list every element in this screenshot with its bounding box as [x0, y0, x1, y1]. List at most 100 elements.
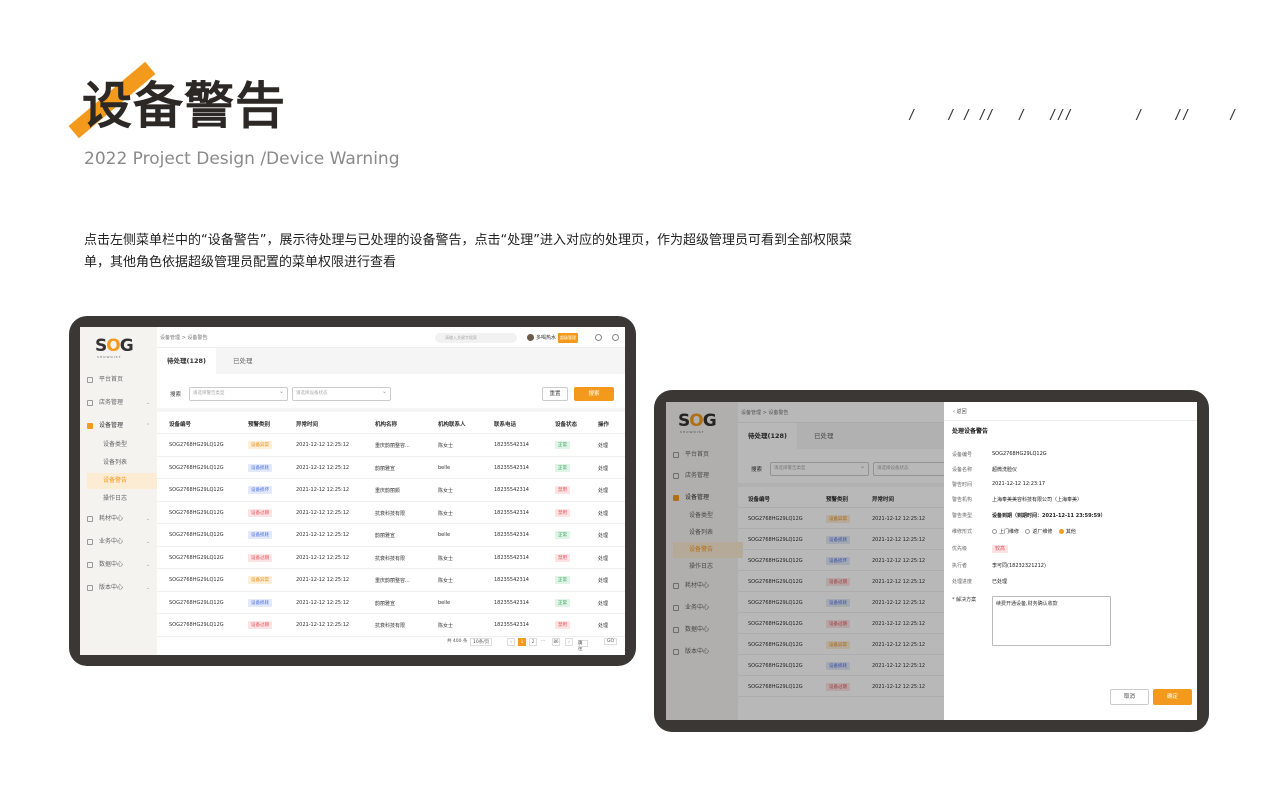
status-badge: 正常: [555, 463, 570, 472]
go-button[interactable]: GO: [604, 638, 618, 645]
device-id: SOG2768HG29LQ12G: [169, 577, 224, 583]
handle-button[interactable]: 处理: [598, 465, 608, 472]
progress-select[interactable]: 已处理: [992, 578, 1007, 585]
contact-phone: 18235542314: [494, 577, 529, 583]
table-row: SOG2768HG29LQ12G 设备异常 2021-12-12 12:25:12 重…: [157, 434, 625, 457]
user-menu[interactable]: 多喝热水 超级管理: [527, 333, 579, 343]
page-button[interactable]: 1: [518, 638, 526, 646]
exception-time: 2021-12-12 12:25:12: [296, 599, 350, 606]
field-value: SOG2768HG29LQ12G: [992, 451, 1047, 457]
page-button[interactable]: 86: [552, 638, 560, 646]
gear-icon[interactable]: [612, 334, 619, 341]
handle-button[interactable]: 处理: [598, 577, 608, 584]
reset-button[interactable]: 重置: [542, 387, 568, 401]
next-page-button[interactable]: ›: [565, 638, 573, 646]
org-name: 韵丽雅宣: [375, 600, 396, 607]
column-header: 机构名称: [375, 422, 398, 428]
sidebar-item-supplies[interactable]: 耗材中心 ⌄: [87, 511, 157, 527]
sidebar-item-label: 店务管理: [99, 399, 124, 406]
filter-bar: 搜索 请选择警告类型 请选择设备状态 重置 搜索: [157, 374, 625, 412]
status-badge: 正常: [555, 531, 570, 539]
radio-return[interactable]: 返厂维修: [1025, 529, 1052, 535]
sidebar-item-device-type[interactable]: 设备类型: [87, 437, 157, 453]
back-label: 返回: [956, 409, 967, 415]
sidebar-item-label: 设备管理: [99, 422, 124, 429]
field-label: 设备编号: [952, 452, 973, 458]
search-button[interactable]: 搜索: [574, 387, 614, 401]
exception-time: 2021-12-12 12:25:12: [296, 554, 350, 561]
column-header: 设备状态: [555, 422, 578, 428]
sidebar-item-version[interactable]: 版本中心 ⌄: [87, 580, 157, 596]
radio-selected-icon: [1058, 529, 1064, 534]
warning-type-tag: 设备损坏: [248, 486, 272, 494]
org-name: 抗衰科技有限: [375, 555, 406, 562]
page-title: 设备警告: [82, 77, 286, 135]
handle-button[interactable]: 处理: [598, 532, 608, 539]
contact-phone: 18235542314: [494, 509, 529, 516]
confirm-button[interactable]: 确定: [1153, 689, 1192, 705]
screen-handle-warning: SOG SHOWDIST 平台首页 店务管理 设备管理 设备类型 设备列表 设备…: [666, 402, 1197, 720]
sidebar-item-op-log[interactable]: 操作日志: [87, 491, 157, 507]
sidebar-item-store[interactable]: 店务管理 ⌄: [87, 395, 157, 411]
org-contact: 陈女士: [438, 510, 454, 517]
device-id: SOG2768HG29LQ12G: [169, 599, 224, 606]
tab-pending[interactable]: 待处理(128): [157, 348, 217, 374]
page-button[interactable]: 2: [529, 638, 537, 646]
radio-other[interactable]: 其他: [1058, 529, 1076, 535]
status-badge: 正常: [555, 441, 570, 449]
page-description: 点击左侧菜单栏中的“设备警告”，展示待处理与已处理的设备警告，点击“处理”进入对…: [84, 233, 852, 270]
sidebar-item-device[interactable]: 设备管理 ⌃: [87, 418, 157, 434]
handle-button[interactable]: 处理: [598, 442, 608, 449]
org-contact: belle: [438, 532, 451, 538]
sidebar-item-label: 版本中心: [99, 584, 124, 591]
page-size-select[interactable]: 10条/页: [470, 638, 493, 646]
sidebar-item-device-list[interactable]: 设备列表: [87, 455, 157, 471]
tab-processed[interactable]: 已处理: [223, 348, 263, 374]
logo: SOG: [95, 336, 134, 356]
handle-button[interactable]: 处理: [598, 622, 608, 629]
org-contact: 陈女士: [438, 443, 454, 449]
drawer-title: 处理设备警告: [952, 428, 989, 435]
contact-phone: 18235542314: [494, 487, 529, 493]
handle-button[interactable]: 处理: [598, 487, 608, 494]
app-behind-drawer: SOG SHOWDIST 平台首页 店务管理 设备管理 设备类型 设备列表 设备…: [666, 402, 1197, 720]
device-id: SOG2768HG29LQ12G: [169, 464, 224, 471]
warning-type-select[interactable]: 请选择警告类型: [189, 386, 288, 401]
field-label: 警告类型: [952, 513, 973, 519]
radio-onsite[interactable]: 上门维修: [992, 529, 1019, 535]
modal-overlay[interactable]: [666, 402, 944, 720]
priority-tag[interactable]: 较高: [992, 545, 1009, 553]
contact-phone: 18235542314: [494, 554, 529, 561]
prev-page-button[interactable]: ‹: [507, 638, 515, 646]
sidebar-item-device-warning[interactable]: 设备警告: [87, 473, 157, 489]
back-link[interactable]: ‹ 返回: [953, 408, 967, 415]
handle-button[interactable]: 处理: [598, 555, 608, 562]
device-status-select[interactable]: 请选择设备状态: [292, 386, 391, 401]
handle-button[interactable]: 处理: [598, 600, 608, 607]
priority-value: 较高: [992, 545, 1009, 553]
table-row: SOG2768HG29LQ12G 设备过期 2021-12-12 12:25:12 抗…: [157, 547, 625, 569]
warning-type-tag: 设备异常: [248, 576, 272, 584]
column-header: 操作: [598, 422, 610, 428]
radio-label: 其他: [1065, 529, 1076, 535]
cancel-button[interactable]: 取消: [1110, 689, 1149, 705]
contact-phone: 18235542314: [494, 464, 529, 471]
status-badge: 正常: [555, 576, 570, 584]
sidebar-item-data[interactable]: 数据中心 ⌄: [87, 557, 157, 573]
message-icon[interactable]: [595, 334, 602, 341]
org-name: 抗衰科技有限: [375, 510, 406, 517]
search-input[interactable]: 请输入关键字搜索: [435, 333, 517, 343]
org-name: 重庆韵丽整容...: [375, 443, 410, 449]
device-id: SOG2768HG29LQ12G: [169, 509, 224, 516]
sidebar-item-business[interactable]: 业务中心 ⌄: [87, 534, 157, 550]
sidebar-item-label: 设备警告: [103, 477, 128, 484]
field-value: 上海奉美美容科技有限公司（上海奉美）: [992, 497, 1083, 503]
executor-select[interactable]: 李可同(18232321212): [992, 562, 1046, 569]
data-icon: [87, 562, 93, 568]
solution-textarea[interactable]: 续费开通设备,财务确认收款: [992, 596, 1111, 646]
column-header: 预警类别: [248, 422, 271, 428]
handle-button[interactable]: 处理: [598, 510, 608, 517]
sidebar-item-home[interactable]: 平台首页: [87, 372, 157, 388]
table-row: SOG2768HG29LQ12G 设备损坏 2021-12-12 12:25:12 重…: [157, 479, 625, 502]
pagination: 共 400 条 10条/页 ‹ 1 2 ... 86 › 前往页 GO: [157, 636, 625, 652]
